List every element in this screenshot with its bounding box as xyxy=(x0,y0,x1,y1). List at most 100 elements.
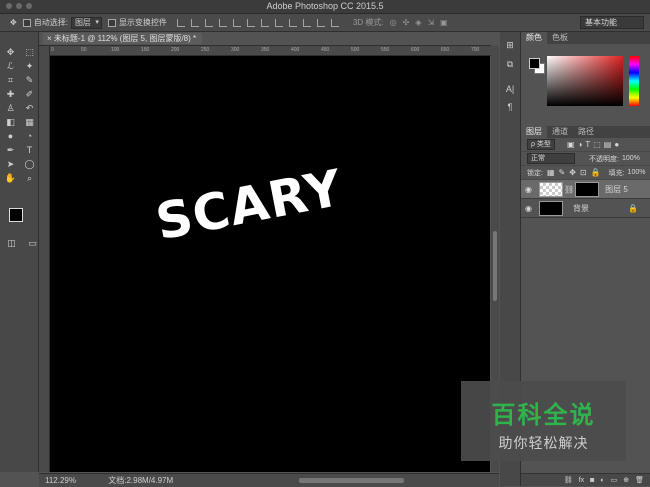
brush-tool-icon[interactable]: ✐ xyxy=(23,88,36,100)
align-buttons[interactable] xyxy=(176,18,339,27)
ruler-tick-label: 300 xyxy=(231,47,240,53)
document-tab-title: 未标题-1 @ 112% (图层 5, 图层蒙版/8) * xyxy=(53,34,197,43)
distribute-top-icon[interactable] xyxy=(260,18,269,27)
distribute-bottom-icon[interactable] xyxy=(288,18,297,27)
lasso-tool-icon[interactable]: ℒ xyxy=(4,60,17,72)
delete-layer-icon[interactable]: 🗑 xyxy=(635,474,644,486)
show-transform-checkbox[interactable] xyxy=(107,18,116,27)
tab-layers[interactable]: 图层 xyxy=(521,126,547,138)
ruler-tick-label: 100 xyxy=(111,47,120,53)
healing-brush-tool-icon[interactable]: ✚ xyxy=(4,88,17,100)
distribute-left-icon[interactable] xyxy=(302,18,311,27)
panel-foreground-color[interactable] xyxy=(529,58,540,69)
hand-tool-icon[interactable]: ✋ xyxy=(4,172,17,184)
distribute-hcenter-icon[interactable] xyxy=(316,18,325,27)
layer-mask-thumbnail[interactable] xyxy=(575,181,600,197)
path-selection-tool-icon[interactable]: ➤ xyxy=(4,158,17,170)
zoom-tool-icon[interactable]: ⌕ xyxy=(23,172,36,184)
gradient-tool-icon[interactable]: ▦ xyxy=(23,116,36,128)
distribute-right-icon[interactable] xyxy=(330,18,339,27)
blend-mode-dropdown[interactable]: 正常 xyxy=(527,153,575,164)
history-brush-tool-icon[interactable]: ↶ xyxy=(23,102,36,114)
magic-wand-tool-icon[interactable]: ✦ xyxy=(23,60,36,72)
move-tool-icon[interactable]: ✥ xyxy=(4,46,17,58)
adjustment-layer-icon[interactable]: ◐ xyxy=(600,474,604,486)
type-tool-icon[interactable]: T xyxy=(23,144,36,156)
new-layer-icon[interactable]: ⊕ xyxy=(623,474,629,486)
fill-value[interactable]: 100% xyxy=(628,169,646,176)
align-hcenter-icon[interactable] xyxy=(232,18,241,27)
align-right-icon[interactable] xyxy=(246,18,255,27)
vertical-ruler[interactable] xyxy=(39,46,50,472)
align-left-icon[interactable] xyxy=(218,18,227,27)
add-mask-icon[interactable]: ◙ xyxy=(590,474,594,486)
fx-icon[interactable]: fx xyxy=(579,474,584,486)
dodge-tool-icon[interactable]: ◔ xyxy=(23,130,36,142)
eyedropper-tool-icon[interactable]: ✎ xyxy=(23,74,36,86)
color-swatches[interactable] xyxy=(9,208,33,232)
ruler-tick-label: 50 xyxy=(81,47,87,53)
tab-swatches[interactable]: 色板 xyxy=(547,32,573,44)
document-info[interactable]: 文档:2.98M/4.97M xyxy=(108,476,173,485)
marquee-tool-icon[interactable]: ⬚ xyxy=(23,46,36,58)
screen-mode-icon[interactable]: ▭ xyxy=(26,237,39,249)
tab-color[interactable]: 颜色 xyxy=(521,32,547,44)
move-tool-icon[interactable]: ✥ xyxy=(10,18,17,27)
document-tab[interactable]: × 未标题-1 @ 112% (图层 5, 图层蒙版/8) * xyxy=(43,33,203,44)
scrollbar-thumb[interactable] xyxy=(493,231,497,301)
chain-link-icon[interactable]: ⛓ xyxy=(564,185,574,194)
lock-icons[interactable]: ▦✎✥⊡🔒 xyxy=(547,168,605,177)
layer-row-2[interactable]: ◉ 背景 🔒 xyxy=(521,199,650,218)
visibility-eye-icon[interactable]: ◉ xyxy=(525,204,535,213)
opacity-label: 不透明度: xyxy=(589,155,619,163)
character-panel-icon[interactable]: A| xyxy=(500,84,520,94)
visibility-eye-icon[interactable]: ◉ xyxy=(525,185,535,194)
align-bottom-icon[interactable] xyxy=(204,18,213,27)
options-bar: ✥ 自动选择: 图层 显示变换控件 3D 模式: ◎✣◈⇲▣ 基本功能 xyxy=(0,14,650,32)
layer-filter-dropdown[interactable]: ρ 类型 xyxy=(527,139,555,150)
group-icon[interactable]: ▭ xyxy=(611,474,618,486)
auto-select-option[interactable]: 自动选择: 图层 xyxy=(22,16,102,29)
opacity-value[interactable]: 100% xyxy=(622,155,640,162)
align-top-icon[interactable] xyxy=(176,18,185,27)
history-panel-icon[interactable]: ⊞ xyxy=(500,40,520,51)
color-panel xyxy=(521,44,650,112)
clone-stamp-tool-icon[interactable]: ♙ xyxy=(4,102,17,114)
align-vcenter-icon[interactable] xyxy=(190,18,199,27)
foreground-color[interactable] xyxy=(9,208,23,222)
link-layers-icon[interactable]: ⛓ xyxy=(564,474,573,486)
tab-paths[interactable]: 路径 xyxy=(573,126,599,138)
eraser-tool-icon[interactable]: ◧ xyxy=(4,116,17,128)
horizontal-scrollbar-thumb[interactable] xyxy=(299,478,404,483)
filter-icons[interactable]: ▣◑T⬚▤● xyxy=(567,140,622,149)
show-transform-label: 显示变换控件 xyxy=(118,18,167,27)
window-title: Adobe Photoshop CC 2015.5 xyxy=(266,1,384,11)
3d-tools-icons[interactable]: ◎✣◈⇲▣ xyxy=(390,18,454,27)
workspace-dropdown[interactable]: 基本功能 xyxy=(580,16,644,29)
pen-tool-icon[interactable]: ✒ xyxy=(4,144,17,156)
ruler-tick-label: 400 xyxy=(291,47,300,53)
tab-close-icon[interactable]: × xyxy=(47,34,54,43)
ruler-tick-label: 550 xyxy=(381,47,390,53)
show-transform-option[interactable]: 显示变换控件 xyxy=(107,17,167,28)
layer-row-1[interactable]: ◉ ⛓ 图层 5 xyxy=(521,180,650,199)
hue-slider[interactable] xyxy=(629,56,639,106)
paragraph-panel-icon[interactable]: ¶ xyxy=(500,102,520,112)
properties-panel-icon[interactable]: ⧉ xyxy=(500,59,520,70)
auto-select-dropdown[interactable]: 图层 xyxy=(70,16,102,29)
auto-select-checkbox[interactable] xyxy=(22,18,31,27)
mode-3d-label: 3D 模式: xyxy=(352,18,384,27)
ellipse-tool-icon[interactable]: ◯ xyxy=(23,158,36,170)
layer-filter-row: ρ 类型 ▣◑T⬚▤● xyxy=(521,138,650,152)
color-picker-field[interactable] xyxy=(547,56,623,106)
blur-tool-icon[interactable]: ● xyxy=(4,130,17,142)
horizontal-ruler[interactable]: 0 50 100 150 200 250 300 350 400 450 500 550 600 650 7… xyxy=(49,46,491,56)
quick-mask-icon[interactable]: ◫ xyxy=(5,237,18,249)
crop-tool-icon[interactable]: ⌗ xyxy=(4,74,17,86)
zoom-level[interactable]: 112.29% xyxy=(45,476,76,485)
auto-select-label: 自动选择: xyxy=(33,18,68,27)
distribute-center-icon[interactable] xyxy=(274,18,283,27)
document-tab-bar: × 未标题-1 @ 112% (图层 5, 图层蒙版/8) * xyxy=(39,32,491,46)
document-canvas[interactable]: SCARY xyxy=(50,56,490,472)
tab-channels[interactable]: 通道 xyxy=(547,126,573,138)
